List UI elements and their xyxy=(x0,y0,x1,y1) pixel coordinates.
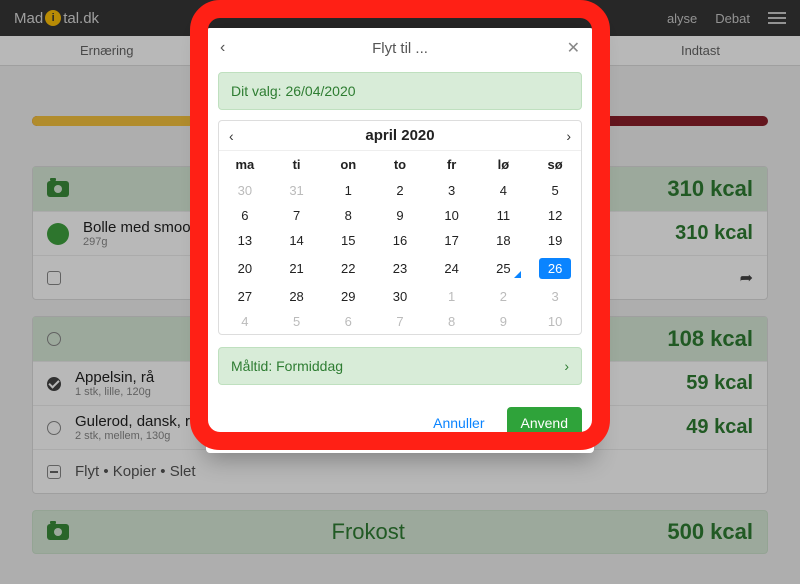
cancel-button[interactable]: Annuller xyxy=(419,407,498,439)
calendar-day[interactable]: 3 xyxy=(529,284,581,309)
calendar-day[interactable]: 20 xyxy=(219,253,271,284)
calendar-day[interactable]: 4 xyxy=(478,178,530,203)
close-icon[interactable]: ✕ xyxy=(560,38,580,58)
back-icon[interactable]: ‹ xyxy=(220,39,240,57)
calendar-day[interactable]: 21 xyxy=(271,253,323,284)
calendar-day[interactable]: 17 xyxy=(426,228,478,253)
calendar-day[interactable]: 4 xyxy=(219,309,271,334)
calendar-day[interactable]: 30 xyxy=(374,284,426,309)
calendar-day[interactable]: 10 xyxy=(529,309,581,334)
meal-picker[interactable]: Måltid: Formiddag › xyxy=(218,347,582,385)
calendar-day[interactable]: 29 xyxy=(322,284,374,309)
calendar-day[interactable]: 10 xyxy=(426,203,478,228)
calendar-day[interactable]: 31 xyxy=(271,178,323,203)
calendar-day[interactable]: 7 xyxy=(374,309,426,334)
calendar-day[interactable]: 5 xyxy=(271,309,323,334)
weekday-header: ti xyxy=(271,151,323,178)
calendar-day[interactable]: 25 xyxy=(478,253,530,284)
calendar-day[interactable]: 30 xyxy=(219,178,271,203)
weekday-header: on xyxy=(322,151,374,178)
calendar-day[interactable]: 1 xyxy=(322,178,374,203)
chevron-right-icon: › xyxy=(564,358,569,374)
calendar-grid: mationtofrløsø 3031123456789101112131415… xyxy=(219,151,581,334)
calendar-day[interactable]: 12 xyxy=(529,203,581,228)
modal-title: Flyt til ... xyxy=(240,40,560,57)
calendar-day[interactable]: 19 xyxy=(529,228,581,253)
calendar-day[interactable]: 3 xyxy=(426,178,478,203)
weekday-header: to xyxy=(374,151,426,178)
next-month-icon[interactable]: › xyxy=(551,128,571,144)
prev-month-icon[interactable]: ‹ xyxy=(229,128,249,144)
move-modal: ‹ Flyt til ... ✕ Dit valg: 26/04/2020 ‹ … xyxy=(206,28,594,453)
calendar-day[interactable]: 9 xyxy=(374,203,426,228)
calendar-day[interactable]: 26 xyxy=(529,253,581,284)
calendar-day[interactable]: 22 xyxy=(322,253,374,284)
calendar-day[interactable]: 9 xyxy=(478,309,530,334)
calendar-day[interactable]: 15 xyxy=(322,228,374,253)
calendar-day[interactable]: 7 xyxy=(271,203,323,228)
calendar-day[interactable]: 23 xyxy=(374,253,426,284)
calendar-month[interactable]: april 2020 xyxy=(249,127,551,144)
calendar-day[interactable]: 18 xyxy=(478,228,530,253)
weekday-header: ma xyxy=(219,151,271,178)
weekday-header: fr xyxy=(426,151,478,178)
calendar-day[interactable]: 5 xyxy=(529,178,581,203)
calendar-day[interactable]: 8 xyxy=(322,203,374,228)
calendar-day[interactable]: 2 xyxy=(478,284,530,309)
selection-box: Dit valg: 26/04/2020 xyxy=(218,72,582,110)
calendar-day[interactable]: 6 xyxy=(322,309,374,334)
apply-button[interactable]: Anvend xyxy=(507,407,582,439)
calendar-day[interactable]: 27 xyxy=(219,284,271,309)
calendar-day[interactable]: 16 xyxy=(374,228,426,253)
calendar-day[interactable]: 6 xyxy=(219,203,271,228)
calendar-day[interactable]: 11 xyxy=(478,203,530,228)
calendar-day[interactable]: 28 xyxy=(271,284,323,309)
calendar-day[interactable]: 13 xyxy=(219,228,271,253)
meal-label: Måltid: Formiddag xyxy=(231,358,343,374)
weekday-header: sø xyxy=(529,151,581,178)
calendar-day[interactable]: 24 xyxy=(426,253,478,284)
calendar-day[interactable]: 8 xyxy=(426,309,478,334)
calendar-day[interactable]: 1 xyxy=(426,284,478,309)
calendar: ‹ april 2020 › mationtofrløsø 3031123456… xyxy=(218,120,582,335)
calendar-day[interactable]: 14 xyxy=(271,228,323,253)
weekday-header: lø xyxy=(478,151,530,178)
calendar-day[interactable]: 2 xyxy=(374,178,426,203)
